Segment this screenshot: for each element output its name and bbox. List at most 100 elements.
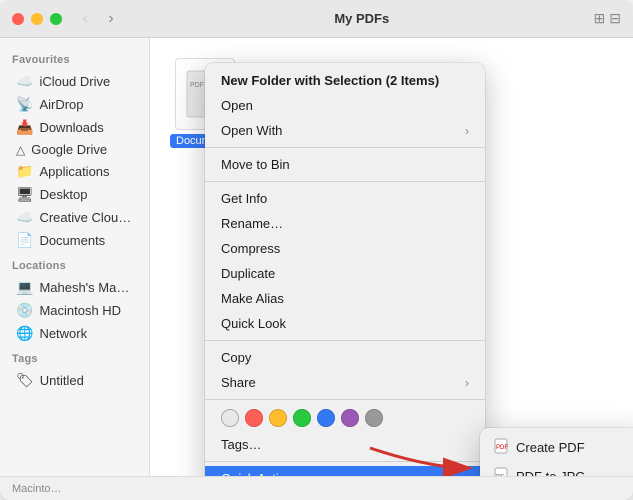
forward-button[interactable]: › [100,8,122,30]
quick-actions-submenu: PDF Create PDF JPG PDF to JPG Customise… [480,428,633,476]
menu-item-label: Quick Actions [221,471,300,476]
back-button[interactable]: ‹ [74,8,96,30]
separator-5 [205,461,485,462]
submenu-item-pdf-to-jpg[interactable]: JPG PDF to JPG [480,462,633,476]
submenu-arrow-icon: › [465,472,469,477]
submenu-item-label: Create PDF [516,440,585,455]
submenu-arrow-icon: › [465,124,469,138]
tag-none[interactable] [221,409,239,427]
content-area: Favourites ☁️ iCloud Drive 📡 AirDrop 📥 D… [0,38,633,476]
menu-item-open-with[interactable]: Open With › [205,118,485,143]
tag-orange[interactable] [269,409,287,427]
sidebar-item-label: Untitled [40,373,84,388]
menu-item-get-info[interactable]: Get Info [205,186,485,211]
menu-item-label: Open [221,98,253,113]
menu-item-quick-actions[interactable]: Quick Actions › [205,466,485,476]
submenu-item-create-pdf[interactable]: PDF Create PDF [480,433,633,462]
submenu-arrow-icon: › [465,376,469,390]
menu-item-tags[interactable]: Tags… [205,432,485,457]
bottom-bar-text: Macinto… [12,483,62,495]
sidebar-item-label: iCloud Drive [39,74,110,89]
navigation-buttons: ‹ › [74,8,122,30]
menu-item-quick-look[interactable]: Quick Look [205,311,485,336]
sidebar-item-documents[interactable]: 📄 Documents [4,229,145,252]
sidebar-item-google-drive[interactable]: △ Google Drive [4,139,145,160]
airdrop-icon: 📡 [16,96,33,113]
sidebar-item-downloads[interactable]: 📥 Downloads [4,116,145,139]
menu-item-label: Tags… [221,437,261,452]
sidebar-item-creative-cloud[interactable]: ☁️ Creative Clou… [4,206,145,229]
sidebar-item-icloud-drive[interactable]: ☁️ iCloud Drive [4,70,145,93]
locations-label: Locations [0,252,149,276]
sidebar-item-network[interactable]: 🌐 Network [4,322,145,345]
svg-text:JPG: JPG [495,474,505,476]
finder-window: ‹ › My PDFs ⊞ ⊟ Favourites ☁️ iCloud Dri… [0,0,633,500]
google-drive-icon: △ [16,143,25,157]
tag-green[interactable] [293,409,311,427]
close-button[interactable] [12,13,24,25]
sidebar-item-label: Applications [39,164,109,179]
list-view-button[interactable]: ⊟ [609,10,621,27]
jpg-icon: JPG [494,467,508,476]
view-controls: ⊞ ⊟ [594,10,621,27]
menu-item-label: Share [221,375,256,390]
titlebar: ‹ › My PDFs ⊞ ⊟ [0,0,633,38]
sidebar-item-macintosh-hd[interactable]: 💿 Macintosh HD [4,299,145,322]
menu-item-make-alias[interactable]: Make Alias [205,286,485,311]
window-controls [12,13,62,25]
sidebar-item-label: Network [39,326,87,341]
sidebar-item-label: Downloads [39,120,103,135]
menu-item-compress[interactable]: Compress [205,236,485,261]
pdf-icon: PDF [494,438,508,457]
sidebar: Favourites ☁️ iCloud Drive 📡 AirDrop 📥 D… [0,38,150,476]
main-pane: PDF Documen… New Folder with Selection (… [150,38,633,476]
maximize-button[interactable] [50,13,62,25]
network-icon: 🌐 [16,325,33,342]
separator-1 [205,147,485,148]
disk-icon: 💿 [16,302,33,319]
menu-item-label: Open With [221,123,282,138]
sidebar-item-desktop[interactable]: 🖥 Desktop [4,183,145,206]
menu-item-rename[interactable]: Rename… [205,211,485,236]
menu-item-open[interactable]: Open [205,93,485,118]
context-menu: New Folder with Selection (2 Items) Open… [205,63,485,476]
bottom-bar: Macinto… [0,476,633,500]
sidebar-item-label: Macintosh HD [39,303,121,318]
tag-blue[interactable] [317,409,335,427]
minimize-button[interactable] [31,13,43,25]
svg-text:PDF: PDF [190,82,204,89]
sidebar-item-untitled[interactable]: 🏷 Untitled [4,369,145,392]
sidebar-item-label: Documents [39,233,105,248]
sidebar-item-label: Google Drive [31,142,107,157]
menu-item-copy[interactable]: Copy [205,345,485,370]
tag-red[interactable] [245,409,263,427]
menu-item-label: Copy [221,350,251,365]
separator-2 [205,181,485,182]
tags-label: Tags [0,345,149,369]
sidebar-item-applications[interactable]: 📁 Applications [4,160,145,183]
tag-icon: 🏷 [16,372,34,389]
menu-item-new-folder[interactable]: New Folder with Selection (2 Items) [205,68,485,93]
menu-item-label: New Folder with Selection (2 Items) [221,73,439,88]
menu-item-label: Duplicate [221,266,275,281]
downloads-icon: 📥 [16,119,33,136]
submenu-item-label: PDF to JPG [516,469,585,476]
menu-item-move-to-bin[interactable]: Move to Bin [205,152,485,177]
tag-purple[interactable] [341,409,359,427]
menu-item-share[interactable]: Share › [205,370,485,395]
menu-item-label: Rename… [221,216,283,231]
menu-item-label: Make Alias [221,291,284,306]
computer-icon: 💻 [16,279,33,296]
menu-item-label: Get Info [221,191,267,206]
sidebar-item-label: AirDrop [39,97,83,112]
applications-icon: 📁 [16,163,33,180]
separator-4 [205,399,485,400]
window-title: My PDFs [130,11,594,26]
sidebar-item-label: Mahesh's Ma… [39,280,129,295]
separator-3 [205,340,485,341]
icon-view-button[interactable]: ⊞ [594,10,606,27]
menu-item-duplicate[interactable]: Duplicate [205,261,485,286]
sidebar-item-mahesh[interactable]: 💻 Mahesh's Ma… [4,276,145,299]
tag-gray[interactable] [365,409,383,427]
sidebar-item-airdrop[interactable]: 📡 AirDrop [4,93,145,116]
